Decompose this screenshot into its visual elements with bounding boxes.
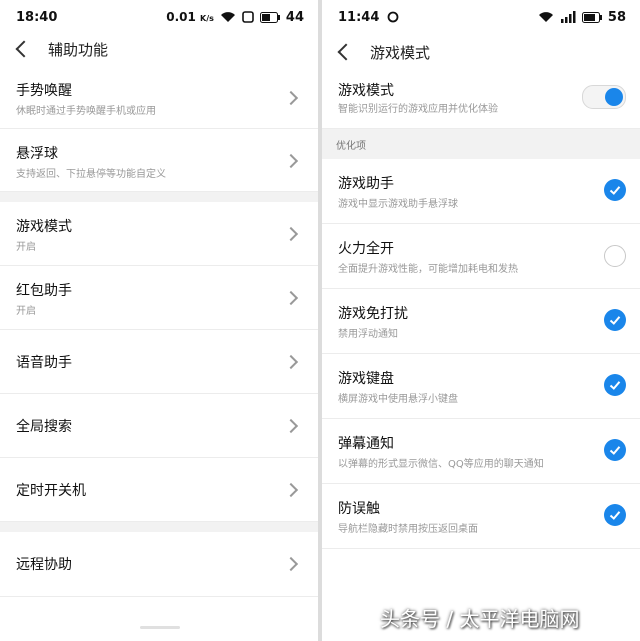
chevron-right-icon	[283, 153, 299, 169]
option-game-keyboard[interactable]: 游戏键盘 横屏游戏中使用悬浮小键盘	[322, 354, 640, 419]
title-bar: 游戏模式	[322, 34, 640, 70]
page-title: 辅助功能	[48, 40, 109, 59]
list-item-scheduled-power[interactable]: 定时开关机	[0, 458, 318, 522]
home-indicator[interactable]	[140, 626, 180, 629]
battery-level: 44	[285, 9, 304, 25]
status-time: 18:40	[16, 9, 58, 25]
watermark: 头条号 / 太平洋电脑网	[380, 607, 580, 631]
section-divider	[0, 522, 318, 532]
title-bar: 辅助功能	[0, 34, 318, 64]
chevron-right-icon	[283, 90, 299, 106]
battery-level: 58	[607, 9, 626, 25]
list-item-remote-assist[interactable]: 远程协助	[0, 532, 318, 597]
list-item-voice-assistant[interactable]: 语音助手	[0, 330, 318, 394]
option-do-not-disturb[interactable]: 游戏免打扰 禁用浮动通知	[322, 289, 640, 354]
status-bar: 18:40 0.01 K/s 44	[0, 0, 318, 34]
section-header: 优化项	[322, 129, 640, 159]
checkmark-icon[interactable]	[604, 374, 626, 396]
unchecked-circle-icon[interactable]	[604, 245, 626, 267]
section-divider	[0, 192, 318, 202]
chevron-right-icon	[283, 482, 299, 498]
status-bar: 11:44 58	[322, 0, 640, 34]
battery-icon	[259, 11, 280, 23]
chevron-right-icon	[283, 290, 299, 306]
list-item-game-mode[interactable]: 游戏模式 开启	[0, 202, 318, 266]
toggle-knob	[605, 88, 623, 106]
screen-icon	[242, 11, 254, 23]
checkmark-icon[interactable]	[604, 504, 626, 526]
game-mode-toggle[interactable]	[582, 85, 626, 109]
chevron-right-icon	[283, 556, 299, 572]
option-barrage-notify[interactable]: 弹幕通知 以弹幕的形式显示微信、QQ等应用的聊天通知	[322, 419, 640, 484]
list-item-floating-ball[interactable]: 悬浮球 支持返回、下拉悬停等功能自定义	[0, 129, 318, 192]
page-title: 游戏模式	[370, 43, 431, 62]
chevron-right-icon	[283, 354, 299, 370]
checkmark-icon[interactable]	[604, 439, 626, 461]
left-screen: 18:40 0.01 K/s 44 辅助功能 手势唤醒 休眠时通过手势唤醒手机或…	[0, 0, 318, 641]
right-screen: 11:44 58 游戏模式 游戏模式 智能识别运行的游戏应用并优化体验 优化项 …	[322, 0, 640, 641]
chevron-right-icon	[283, 418, 299, 434]
checkmark-icon[interactable]	[604, 179, 626, 201]
option-game-assistant[interactable]: 游戏助手 游戏中显示游戏助手悬浮球	[322, 159, 640, 224]
wifi-icon	[538, 12, 553, 22]
list-item-red-packet[interactable]: 红包助手 开启	[0, 266, 318, 330]
list-item-gesture-wake[interactable]: 手势唤醒 休眠时通过手势唤醒手机或应用	[0, 66, 318, 129]
chevron-right-icon	[283, 226, 299, 242]
list-item-global-search[interactable]: 全局搜索	[0, 394, 318, 458]
option-anti-mistouch[interactable]: 防误触 导航栏隐藏时禁用按压返回桌面	[322, 484, 640, 549]
status-time: 11:44	[338, 9, 380, 25]
wifi-icon	[220, 12, 235, 22]
battery-icon	[581, 11, 602, 23]
network-speed: 0.01 K/s	[166, 10, 214, 24]
signal-icon	[560, 11, 576, 23]
option-full-power[interactable]: 火力全开 全面提升游戏性能，可能增加耗电和发热	[322, 224, 640, 289]
game-mode-toggle-row[interactable]: 游戏模式 智能识别运行的游戏应用并优化体验	[322, 70, 640, 129]
dot-ring-icon	[387, 11, 399, 23]
checkmark-icon[interactable]	[604, 309, 626, 331]
back-arrow-icon[interactable]	[337, 43, 355, 61]
back-arrow-icon[interactable]	[15, 40, 33, 58]
